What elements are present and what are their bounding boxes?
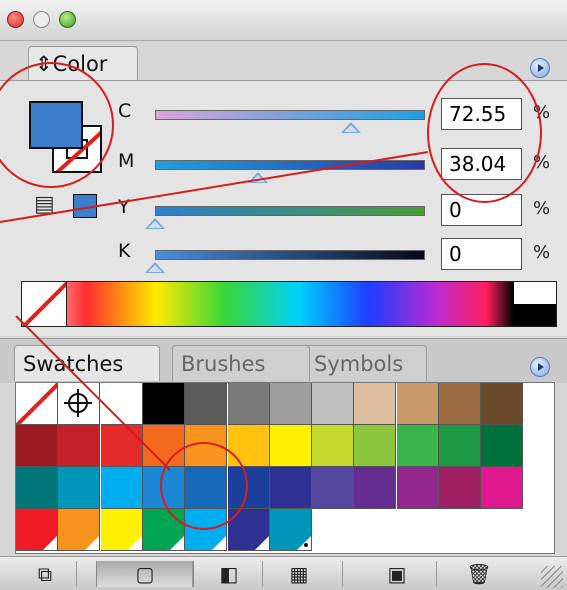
annotation-lines bbox=[0, 151, 429, 471]
color-swatches-palette: ⇕Color ▤ C 72.55% M 38.04% Y 0% K 0% Swatches S… bbox=[0, 0, 567, 590]
